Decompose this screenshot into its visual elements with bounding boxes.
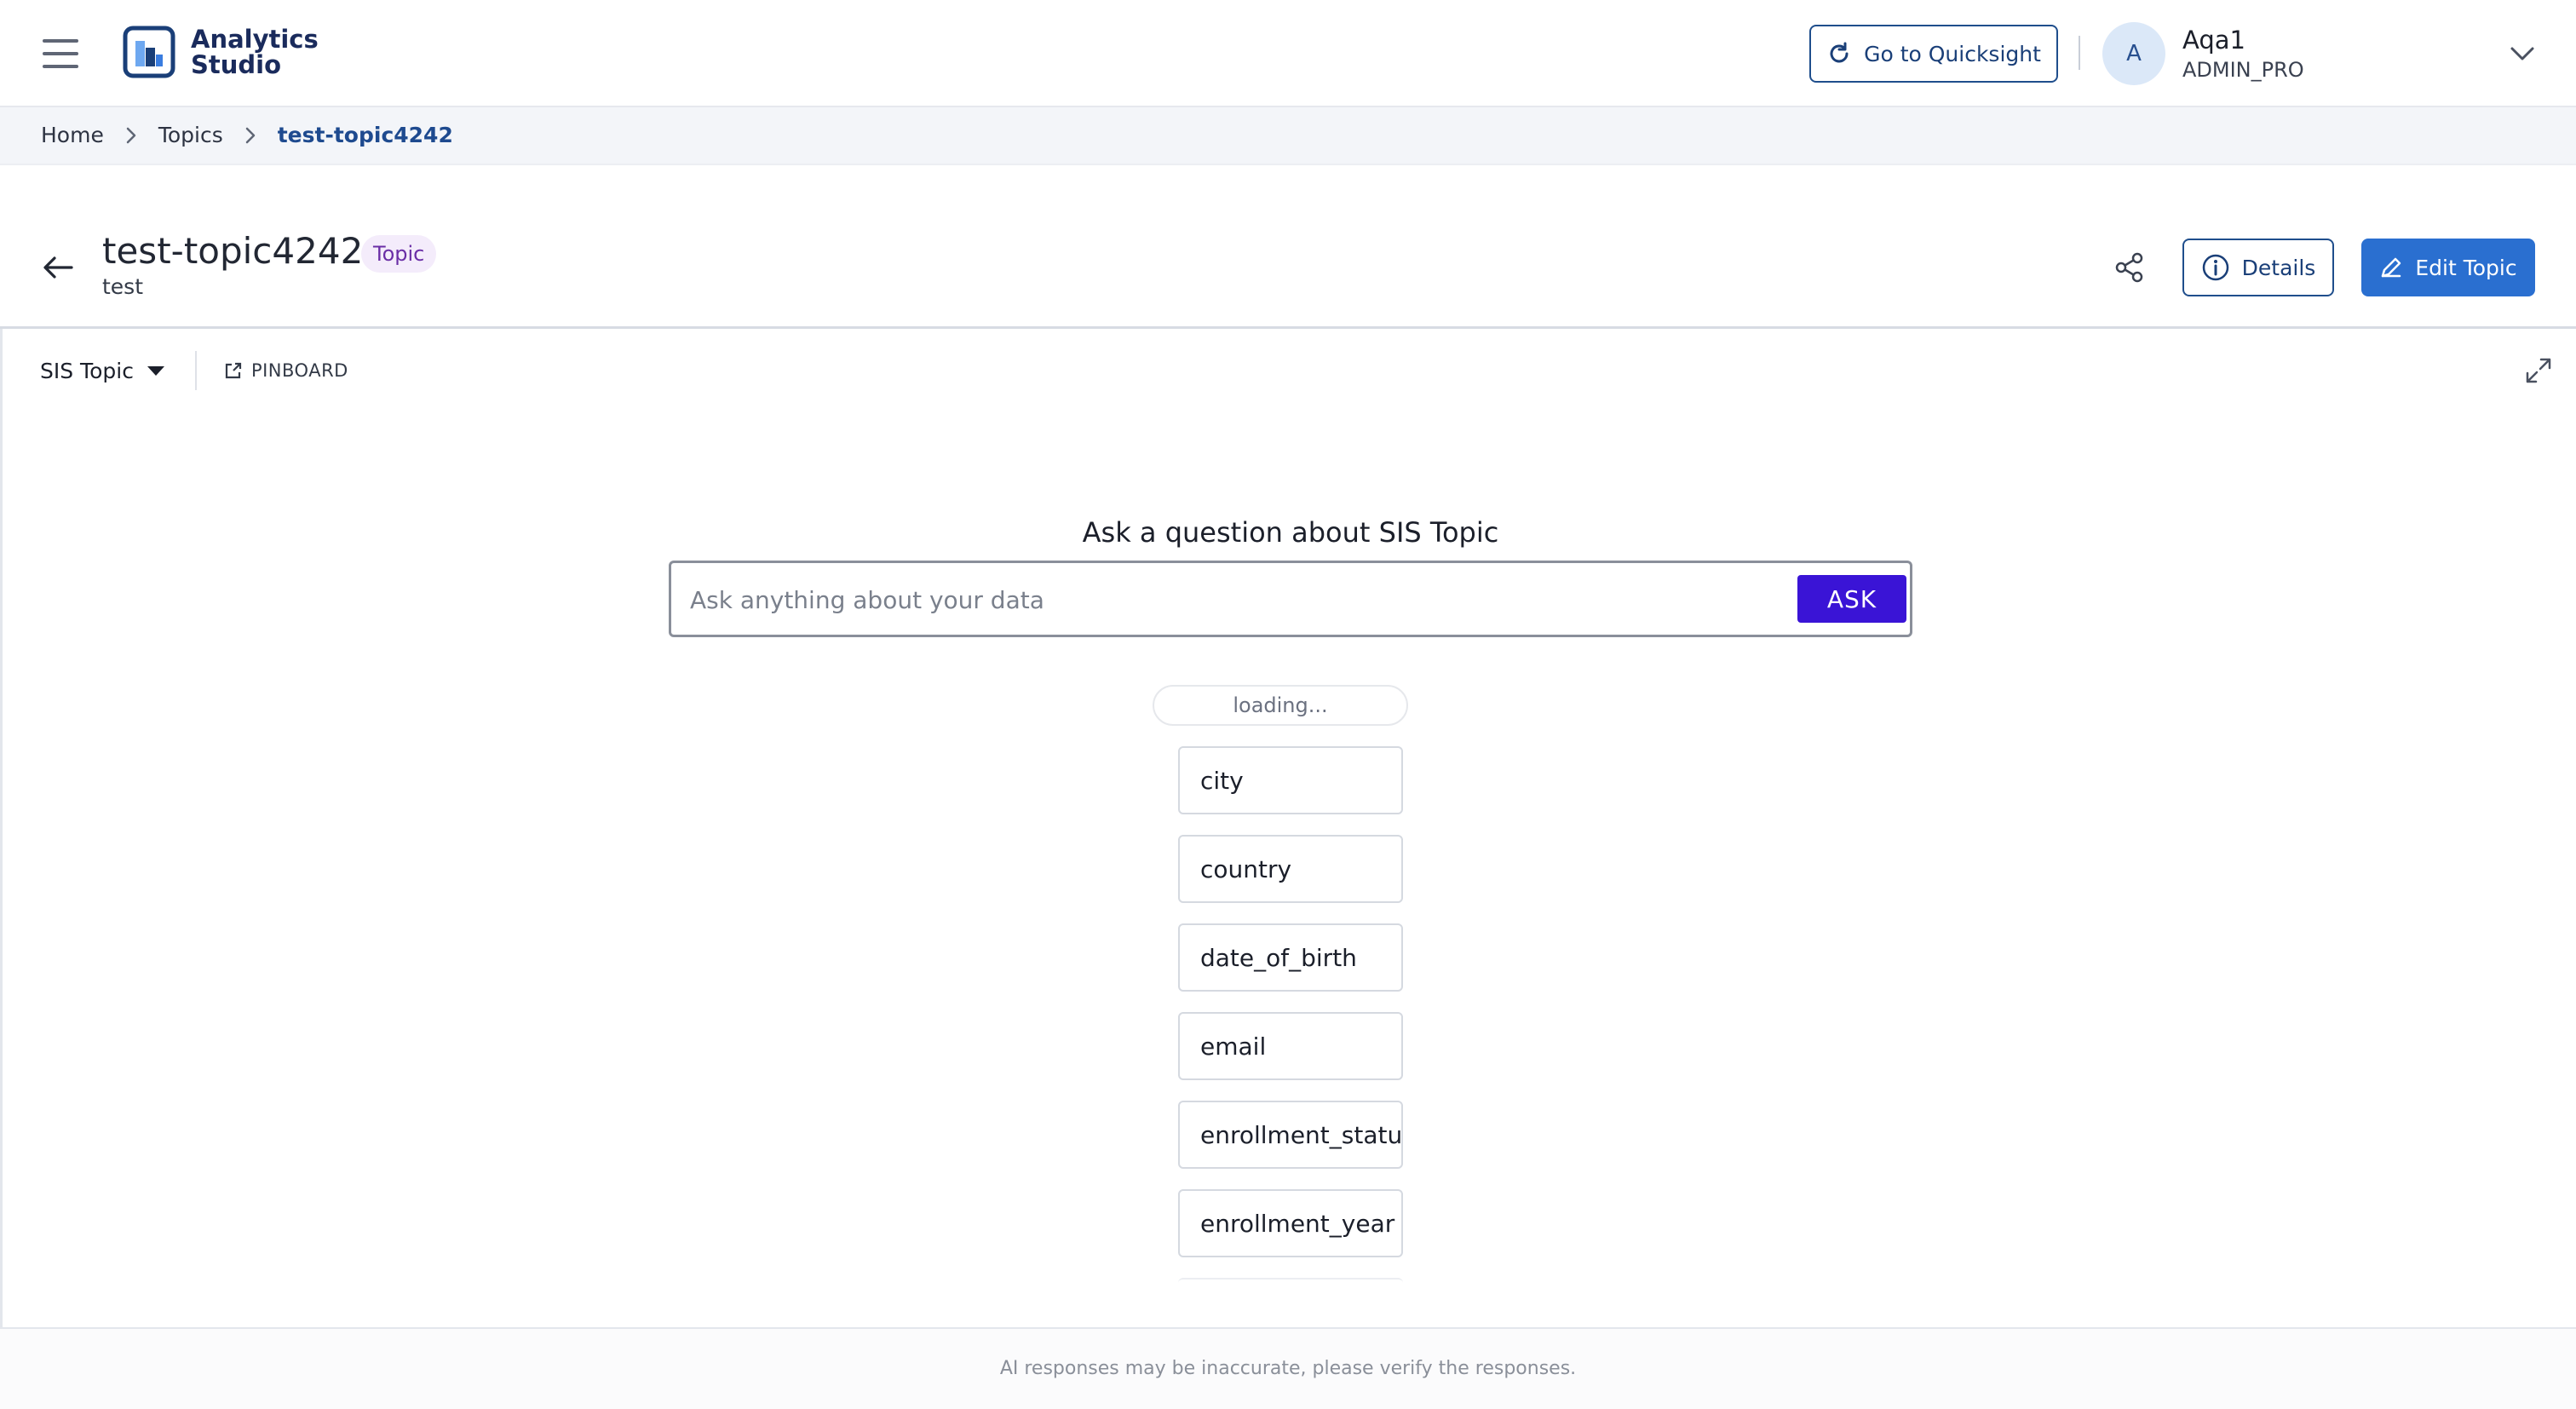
chevron-right-icon — [126, 127, 136, 143]
pencil-icon — [2382, 257, 2401, 278]
expand-icon[interactable] — [2524, 356, 2553, 385]
external-link-icon — [225, 362, 242, 379]
top-header: Analytics Studio Go to Quicksight A Aqa1… — [0, 0, 2576, 107]
user-role: ADMIN_PRO — [2182, 58, 2304, 82]
ai-disclaimer: AI responses may be inaccurate, please v… — [999, 1358, 1577, 1379]
ask-heading: Ask a question about SIS Topic — [1082, 516, 1499, 549]
topic-panel: SIS Topic PINBOARD Ask a question about … — [0, 329, 2576, 1327]
chevron-right-icon — [245, 127, 255, 143]
info-icon — [2202, 254, 2228, 281]
breadcrumb-home[interactable]: Home — [41, 123, 104, 147]
topic-badge: Topic — [361, 235, 437, 273]
pinboard-label: PINBOARD — [250, 360, 348, 381]
field-chip[interactable]: country — [1178, 835, 1403, 903]
ask-input[interactable] — [690, 580, 1712, 619]
topic-selector-value: SIS Topic — [40, 358, 134, 383]
header-divider — [2079, 36, 2080, 70]
caret-down-icon — [147, 366, 164, 376]
share-icon[interactable] — [2113, 250, 2147, 285]
edit-topic-button[interactable]: Edit Topic — [2361, 239, 2535, 296]
chevron-down-icon[interactable] — [2508, 41, 2537, 66]
details-label: Details — [2241, 255, 2316, 280]
page-title: test-topic4242 — [102, 230, 364, 272]
pinboard-link[interactable]: PINBOARD — [224, 360, 348, 381]
breadcrumb-bar: Home Topics test-topic4242 — [0, 107, 2576, 165]
breadcrumb-topics[interactable]: Topics — [158, 123, 223, 147]
brand[interactable]: Analytics Studio — [123, 25, 319, 79]
hamburger-menu-icon[interactable] — [43, 39, 78, 68]
edit-topic-label: Edit Topic — [2415, 255, 2517, 280]
go-to-quicksight-button[interactable]: Go to Quicksight — [1809, 25, 2058, 83]
breadcrumb: Home Topics test-topic4242 — [41, 123, 453, 147]
powered-by-clipped — [2345, 1315, 2576, 1327]
refresh-icon — [1830, 42, 1849, 63]
field-chip[interactable]: enrollment_status — [1178, 1101, 1403, 1169]
panel-toolbar: SIS Topic PINBOARD — [40, 351, 348, 390]
field-chip[interactable]: email — [1178, 1012, 1403, 1080]
details-button[interactable]: Details — [2182, 239, 2334, 296]
quicksight-label: Go to Quicksight — [1864, 41, 2041, 66]
back-arrow-icon[interactable] — [41, 252, 75, 283]
field-suggestion-list: city country date_of_birth email enrollm… — [1178, 746, 1403, 1285]
brand-name: Analytics Studio — [191, 25, 319, 79]
topic-selector[interactable]: SIS Topic — [40, 359, 166, 383]
breadcrumb-current: test-topic4242 — [277, 123, 453, 147]
avatar[interactable]: A — [2102, 22, 2165, 85]
footer: AI responses may be inaccurate, please v… — [0, 1327, 2576, 1409]
field-chip[interactable]: date_of_birth — [1178, 923, 1403, 992]
page-subtitle: test — [102, 274, 144, 299]
toolbar-divider — [194, 351, 197, 390]
ask-button[interactable]: ASK — [1797, 575, 1906, 623]
page-header: test-topic4242 Topic test Details Edit T… — [0, 204, 2576, 329]
field-chip[interactable]: city — [1178, 746, 1403, 814]
analytics-logo-icon — [123, 26, 175, 78]
field-chip[interactable]: enrollment_year — [1178, 1189, 1403, 1257]
loading-indicator: loading... — [1153, 685, 1408, 726]
user-name: Aqa1 — [2182, 26, 2245, 55]
field-chip-clipped — [1178, 1278, 1403, 1285]
ask-box: ASK — [669, 561, 1912, 637]
